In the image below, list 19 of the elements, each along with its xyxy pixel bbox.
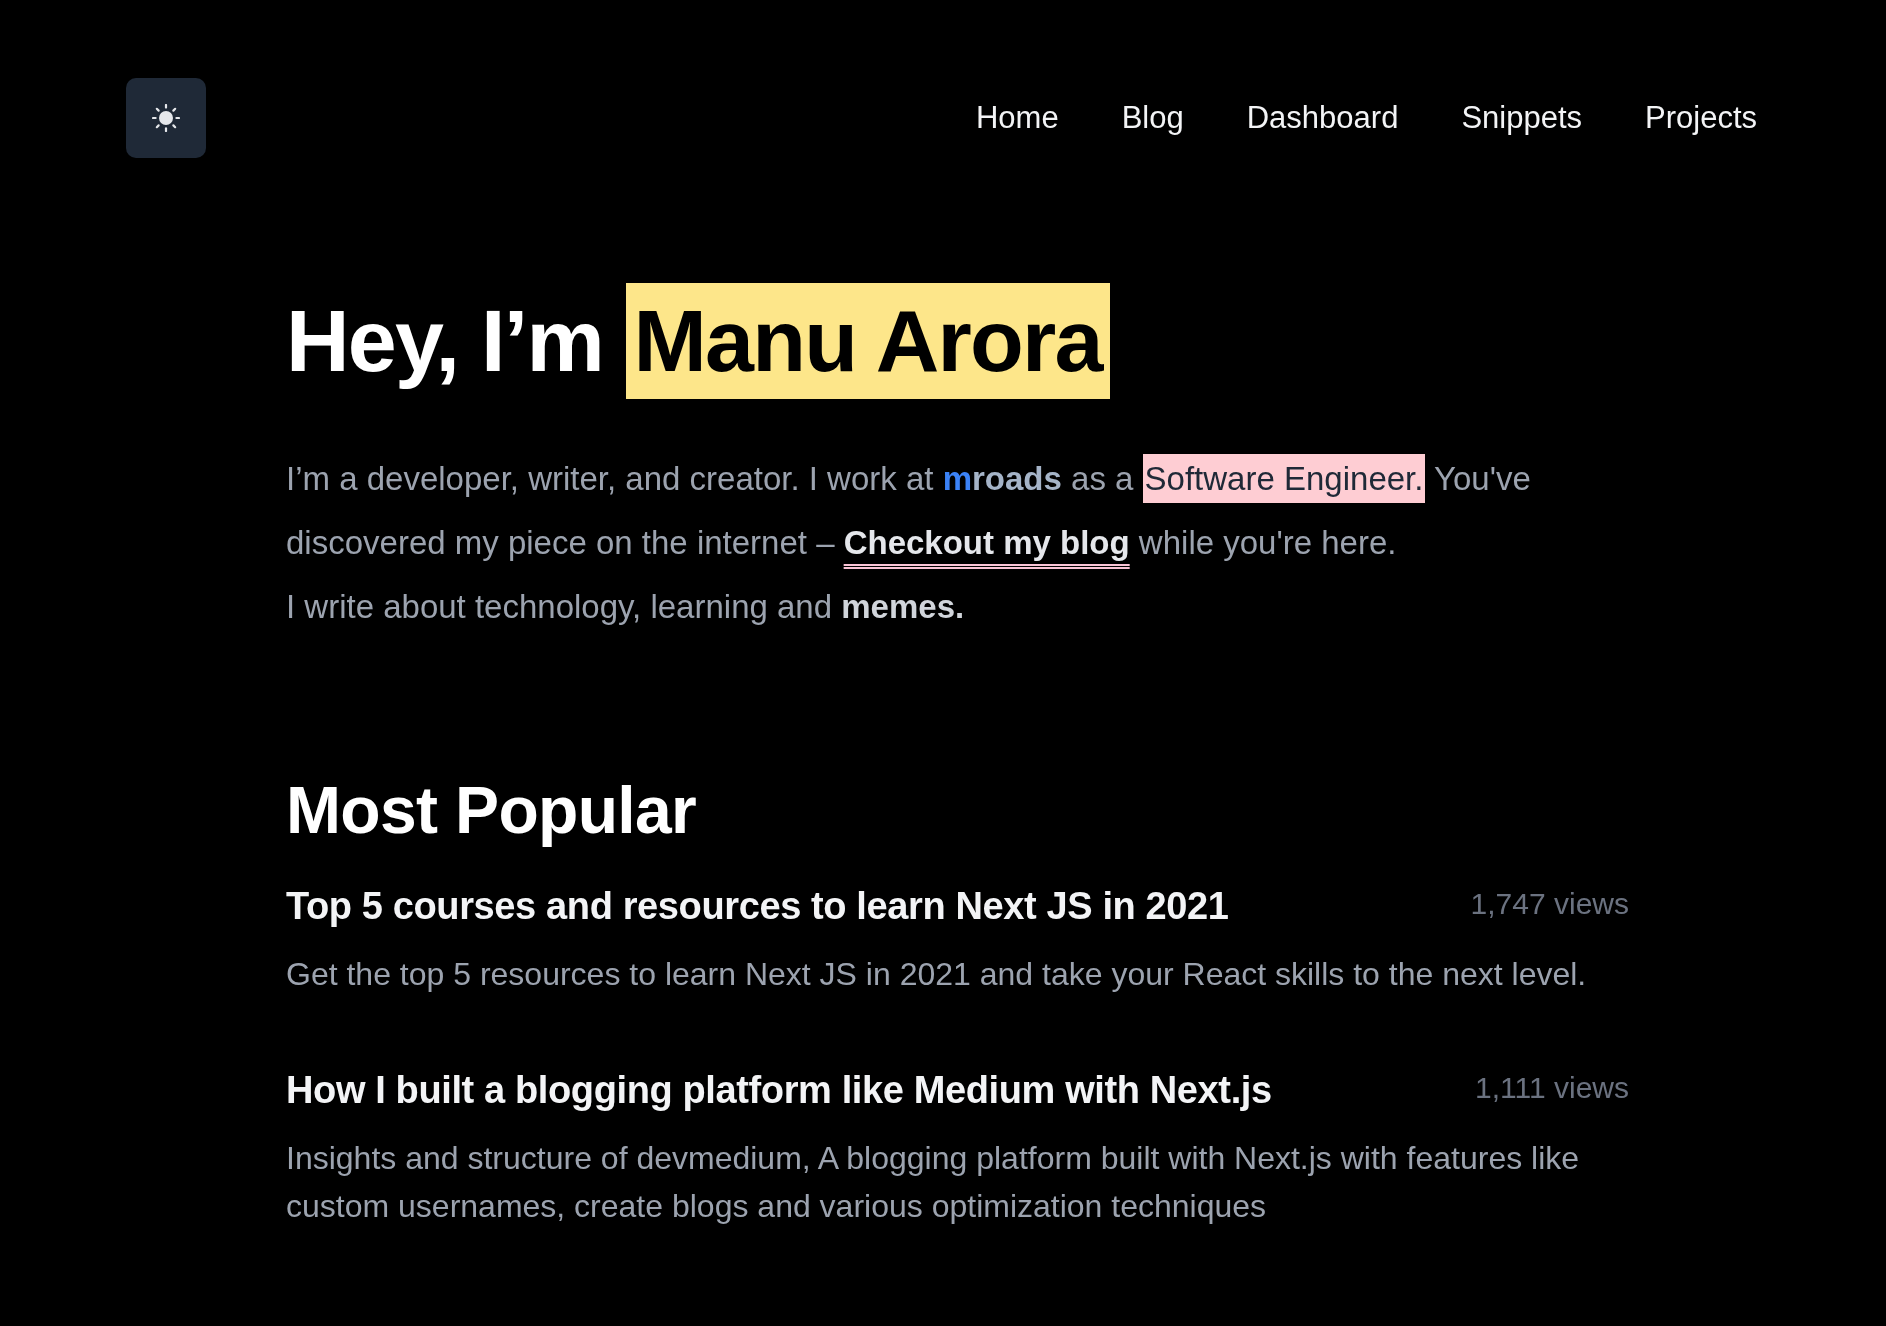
blog-link[interactable]: Checkout my blog	[843, 524, 1130, 561]
section-heading: Most Popular	[286, 772, 698, 849]
nav-link[interactable]: Dashboard	[1246, 98, 1399, 138]
post-title-link[interactable]: Top 5 courses and resources to learn Next JS in 2021	[286, 882, 1229, 930]
theme-toggle-button[interactable]	[126, 78, 206, 158]
intro-paragraph: I’m a developer, writer, and creator. I work at mroads as a Software Engineer. You've discovered my piece on the internet – Checkout my blog while you're here.	[286, 447, 1596, 575]
view-count: 1,111 views	[1475, 1070, 1629, 1106]
post-summary: Get the top 5 resources to learn Next JS in 2021 and take your React skills to the next level.	[286, 955, 1588, 994]
nav-link[interactable]: Blog	[1121, 98, 1184, 138]
sun-icon	[152, 104, 180, 132]
nav-link[interactable]: Home	[975, 98, 1059, 138]
view-count: 1,747 views	[1470, 886, 1629, 922]
interests-paragraph: I write about technology, learning and memes.	[286, 587, 966, 627]
company-link[interactable]: mroads	[942, 460, 1062, 497]
post-summary: Insights and structure of devmedium, A blogging platform built with Next.js with features like custom usernames, create blogs and various optimization techniques	[286, 1139, 1581, 1226]
hero-heading: Hey, I’m Manu Arora	[286, 283, 1629, 399]
nav-link[interactable]: Snippets	[1461, 98, 1582, 138]
post-title-link[interactable]: How I built a blogging platform like Medium with Next.js	[286, 1066, 1272, 1114]
nav-link[interactable]: Projects	[1645, 98, 1757, 138]
